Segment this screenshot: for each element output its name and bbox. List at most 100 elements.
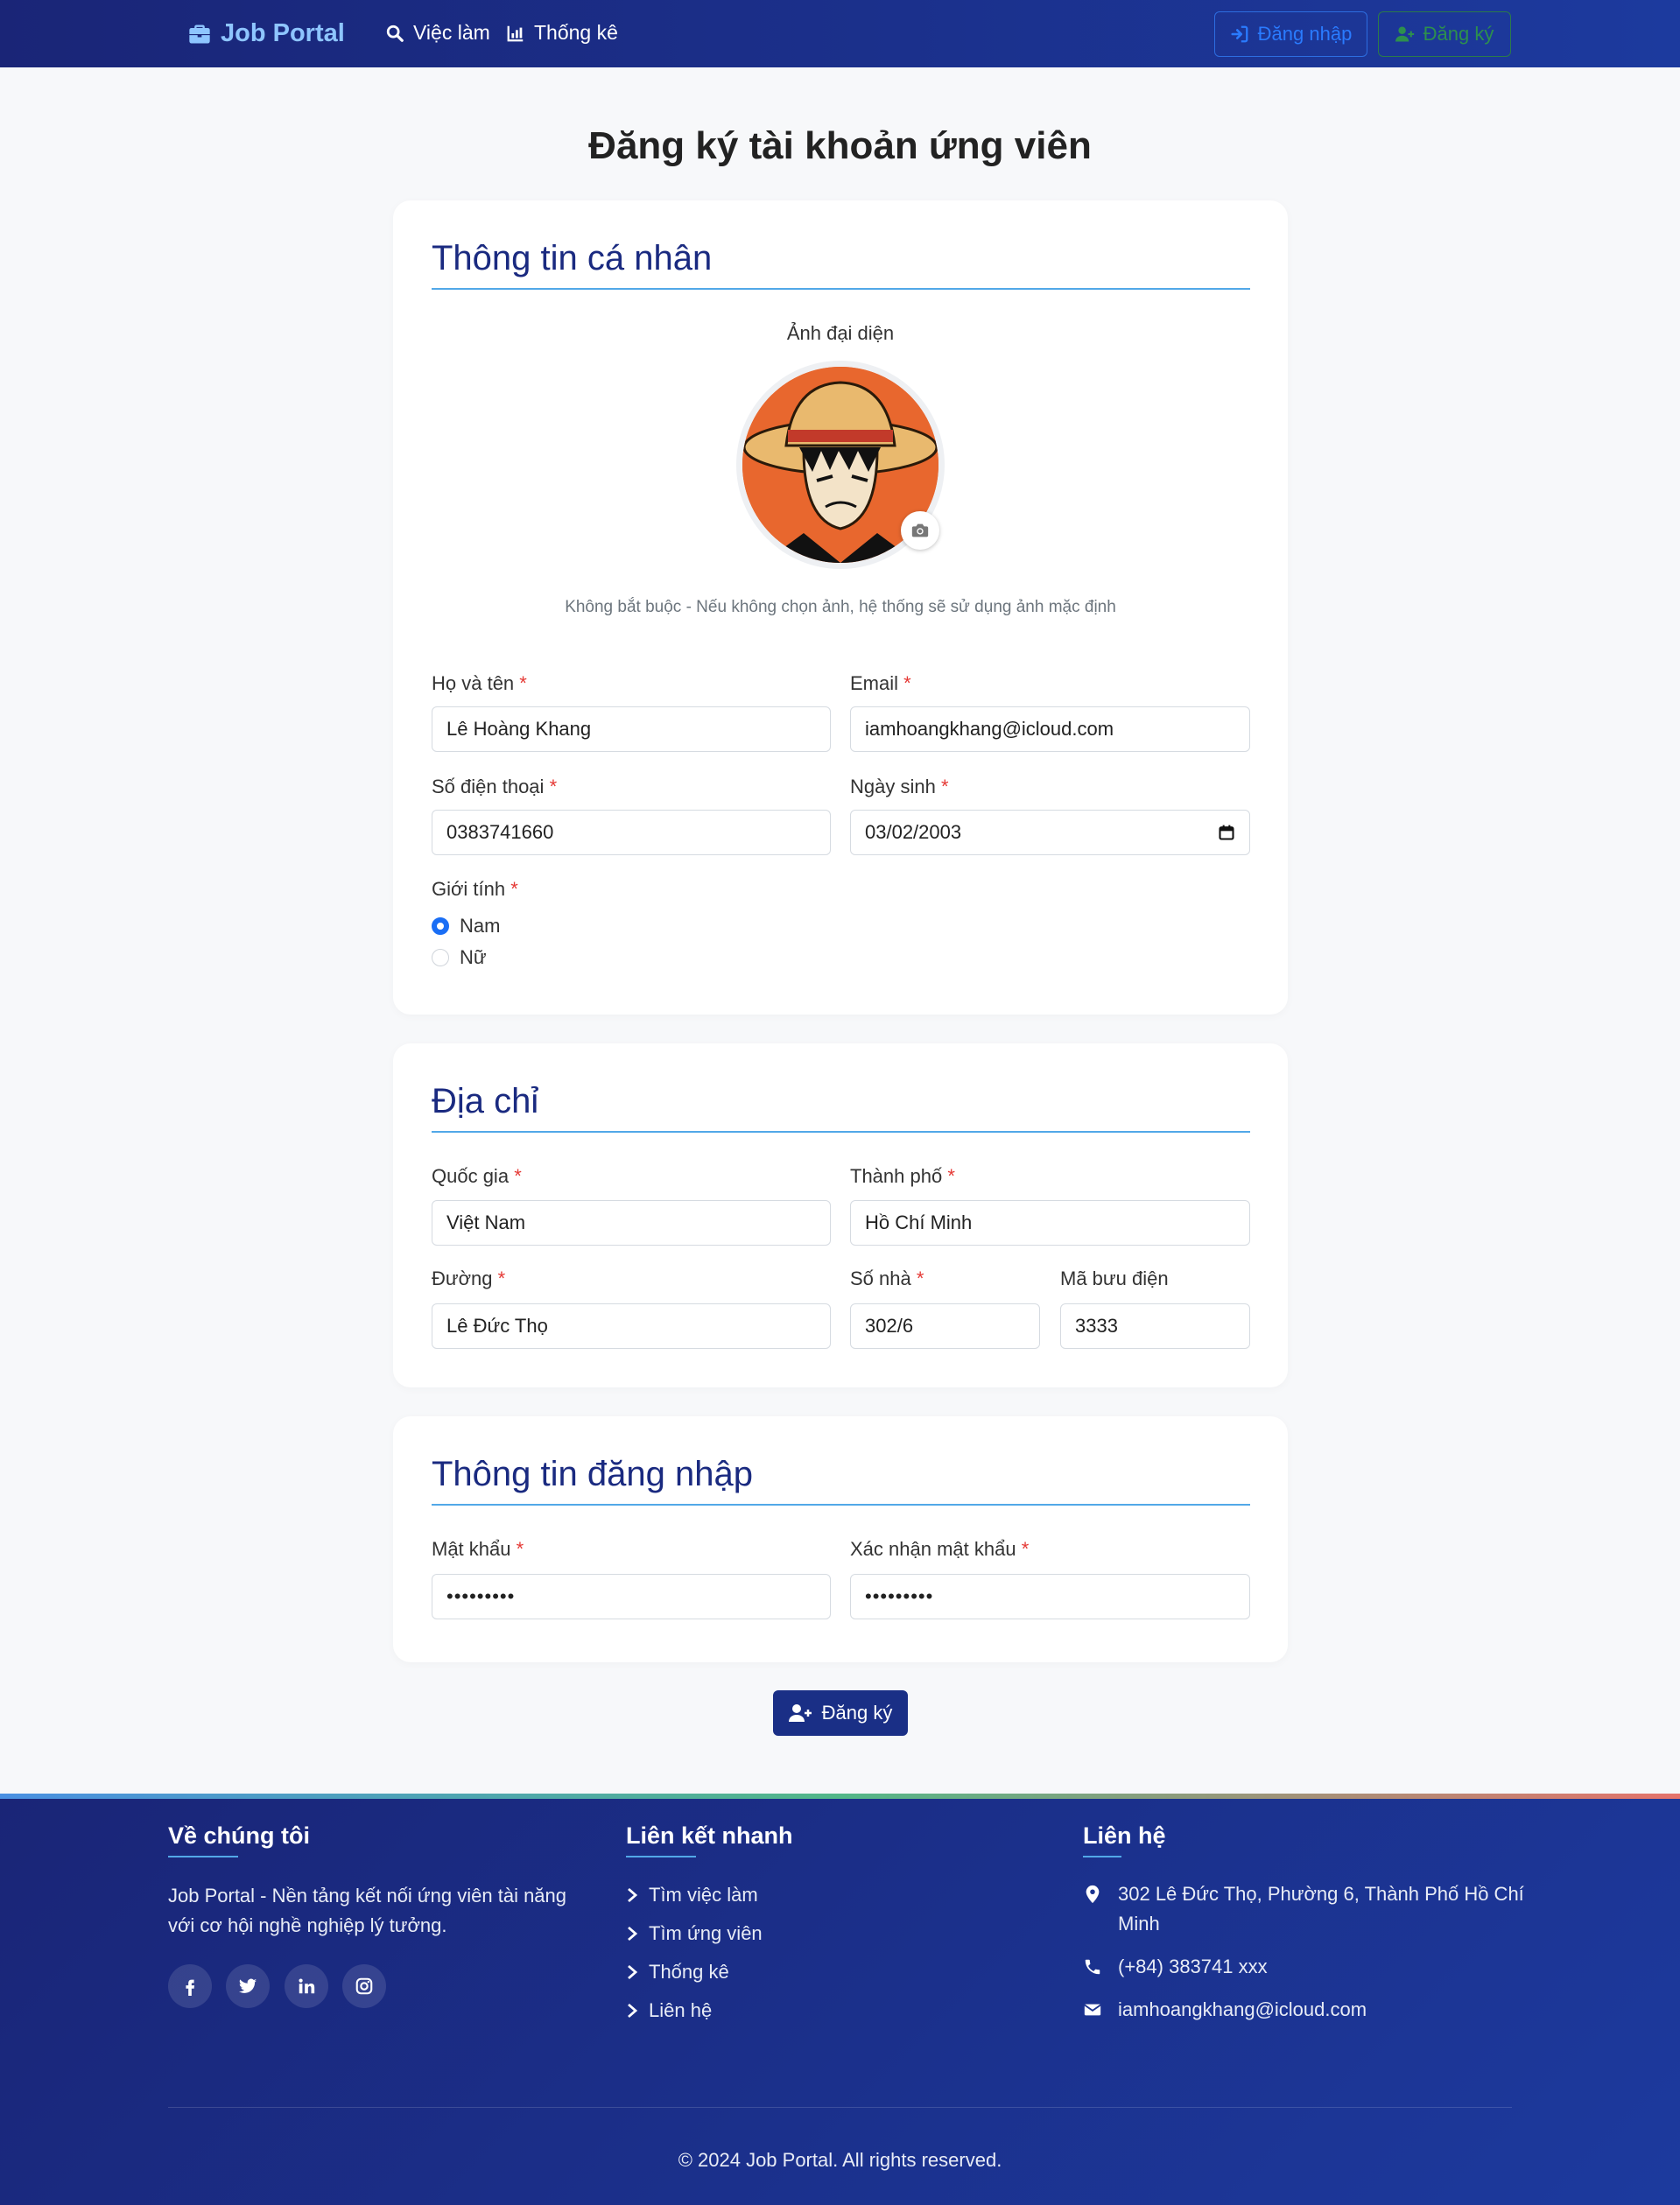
city-label: Thành phố * [850,1165,955,1187]
twitter-icon [238,1978,257,1993]
nav-link-label: Thống kê [534,21,618,44]
street-label: Đường * [432,1268,506,1289]
confirm-password-input[interactable]: ••••••••• [850,1574,1250,1619]
signup-label: Đăng ký [1423,23,1494,45]
confirm-password-label: Xác nhận mật khẩu * [850,1538,1030,1560]
phone-label: Số điện thoại * [432,776,558,797]
radio-unchecked[interactable] [432,949,449,966]
footer-link-label: Thống kê [649,1961,729,1983]
gender-radio-male[interactable]: Nam [432,915,500,937]
email-input[interactable]: iamhoangkhang@icloud.com [850,706,1250,752]
section-title-address: Địa chỉ [432,1082,539,1120]
instagram-link[interactable] [342,1964,386,2008]
login-info-card: Thông tin đăng nhập Mật khẩu * •••••••••… [393,1416,1288,1662]
radio-checked[interactable] [432,917,449,935]
section-divider [432,288,1250,290]
footer-address-line1: 302 Lê Đức Thọ, Phường 6, Thành Phố Hồ C… [1118,1883,1524,1905]
password-label: Mật khẩu * [432,1538,524,1560]
page-title: Đăng ký tài khoản ứng viên [588,124,1092,167]
footer-address-line2: Minh [1118,1913,1160,1935]
twitter-link[interactable] [226,1964,270,2008]
footer-link-stats[interactable]: Thống kê [626,1961,729,1984]
brand-logo[interactable]: Job Portal [187,19,345,48]
briefcase-icon [189,25,210,43]
personal-info-card: Thông tin cá nhân Ảnh đại diện Không bắt… [393,200,1288,1015]
footer-email-text[interactable]: iamhoangkhang@icloud.com [1118,1995,1367,2025]
city-input[interactable]: Hồ Chí Minh [850,1200,1250,1246]
sign-in-icon [1231,25,1248,43]
footer-title-underline [1083,1856,1121,1857]
user-plus-icon [788,1704,812,1722]
camera-icon [911,523,929,537]
footer-contact-title: Liên hệ [1083,1822,1166,1849]
footer-email: iamhoangkhang@icloud.com [1083,1995,1367,2025]
fullname-label: Họ và tên * [432,672,527,694]
radio-label: Nữ [460,946,487,968]
chevron-right-icon [628,2003,638,2019]
phone-input[interactable]: 0383741660 [432,810,831,855]
footer-link-contact[interactable]: Liên hệ [626,1999,712,2022]
footer-title-underline [168,1856,238,1857]
footer-link-label: Tìm việc làm [649,1884,758,1906]
phone-icon [1085,1959,1100,1975]
fullname-input[interactable]: Lê Hoàng Khang [432,706,831,752]
email-label: Email * [850,672,911,694]
dob-value: 03/02/2003 [865,821,962,843]
house-number-input[interactable]: 302/6 [850,1303,1040,1349]
street-input[interactable]: Lê Đức Thọ [432,1303,831,1349]
dob-input[interactable]: 03/02/2003 [850,810,1250,855]
radio-label: Nam [460,915,501,937]
address-card: Địa chỉ Quốc gia * Việt Nam Thành phố * … [393,1043,1288,1387]
submit-label: Đăng ký [821,1702,893,1724]
footer-link-label: Liên hệ [649,1999,713,2021]
country-input[interactable]: Việt Nam [432,1200,831,1246]
chevron-right-icon [628,1964,638,1980]
chevron-right-icon [628,1926,638,1942]
footer-about-text: Job Portal - Nền tảng kết nối ứng viên t… [168,1885,567,1936]
linkedin-icon [299,1978,315,1994]
copyright: © 2024 Job Portal. All rights reserved. [678,2149,1002,2171]
top-navbar: Job Portal Việc làm Thống kê Đăng nhập Đ… [0,0,1680,67]
login-button[interactable]: Đăng nhập [1214,11,1367,57]
country-label: Quốc gia * [432,1165,522,1187]
search-icon [386,25,404,42]
linkedin-link[interactable] [285,1964,328,2008]
instagram-icon [355,1977,373,1995]
footer-link-find-jobs[interactable]: Tìm việc làm [626,1884,758,1907]
map-marker-icon [1086,1885,1100,1904]
avatar-hint: Không bắt buộc - Nếu không chọn ảnh, hệ … [565,598,1116,616]
footer-title-underline [626,1856,696,1857]
nav-link-label: Việc làm [413,21,490,44]
calendar-icon[interactable] [1218,824,1235,841]
brand-name: Job Portal [221,19,345,47]
footer-about-title: Về chúng tôi [168,1822,310,1849]
gender-label: Giới tính * [432,878,518,900]
user-plus-icon [1395,26,1414,42]
section-title-personal: Thông tin cá nhân [432,239,713,277]
footer-divider [168,2107,1512,2108]
facebook-icon [186,1979,195,1996]
section-divider [432,1504,1250,1506]
section-title-login: Thông tin đăng nhập [432,1455,753,1493]
footer-link-find-candidates[interactable]: Tìm ứng viên [626,1922,763,1945]
footer-phone-text: (+84) 383741 xxx [1118,1956,1268,1977]
house-number-label: Số nhà * [850,1268,924,1289]
login-label: Đăng nhập [1257,23,1353,45]
nav-link-stats[interactable]: Thống kê [506,21,618,45]
signup-nav-button[interactable]: Đăng ký [1378,11,1511,57]
facebook-link[interactable] [168,1964,212,2008]
chevron-right-icon [628,1887,638,1903]
avatar-label: Ảnh đại diện [786,322,895,344]
postal-code-label: Mã bưu điện [1060,1268,1169,1289]
postal-code-input[interactable]: 3333 [1060,1303,1250,1349]
register-submit-button[interactable]: Đăng ký [773,1690,908,1736]
change-avatar-button[interactable] [901,511,939,550]
section-divider [432,1131,1250,1133]
bar-chart-icon [507,25,524,41]
nav-link-jobs[interactable]: Việc làm [385,21,490,45]
envelope-icon [1084,2004,1101,2016]
footer-address: 302 Lê Đức Thọ, Phường 6, Thành Phố Hồ C… [1083,1879,1524,1939]
password-input[interactable]: ••••••••• [432,1574,831,1619]
gender-radio-female[interactable]: Nữ [432,946,487,969]
footer-link-label: Tìm ứng viên [649,1922,763,1944]
